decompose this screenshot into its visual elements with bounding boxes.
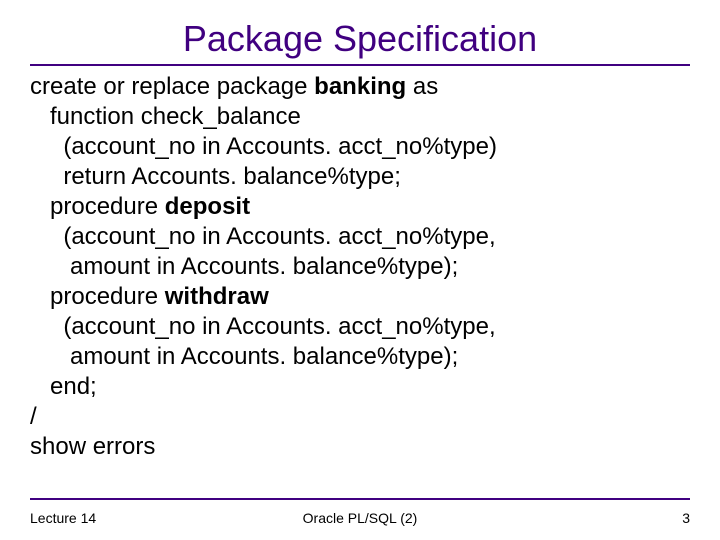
footer-right: 3 <box>682 510 690 526</box>
code-line: amount in Accounts. balance%type); <box>30 342 690 372</box>
code-line: function check_balance <box>30 102 690 132</box>
code-text: as <box>406 73 438 100</box>
slide-title: Package Specification <box>30 18 690 60</box>
code-text: procedure <box>30 193 165 220</box>
code-bold: withdraw <box>165 283 269 310</box>
code-line: return Accounts. balance%type; <box>30 162 690 192</box>
code-line: create or replace package banking as <box>30 72 690 102</box>
title-underline <box>30 64 690 66</box>
footer-divider <box>30 498 690 500</box>
code-text: procedure <box>30 283 165 310</box>
code-bold: deposit <box>165 193 250 220</box>
code-line: amount in Accounts. balance%type); <box>30 252 690 282</box>
code-bold: banking <box>314 73 406 100</box>
code-text: create or replace package <box>30 73 314 100</box>
footer-left: Lecture 14 <box>30 510 96 526</box>
code-line: end; <box>30 372 690 402</box>
footer: Lecture 14 Oracle PL/SQL (2) 3 <box>30 510 690 526</box>
footer-center: Oracle PL/SQL (2) <box>30 510 690 526</box>
code-line: / <box>30 402 690 432</box>
code-line: procedure withdraw <box>30 282 690 312</box>
code-block: create or replace package banking as fun… <box>30 72 690 462</box>
code-line: procedure deposit <box>30 192 690 222</box>
code-line: show errors <box>30 432 690 462</box>
code-line: (account_no in Accounts. acct_no%type) <box>30 132 690 162</box>
code-line: (account_no in Accounts. acct_no%type, <box>30 222 690 252</box>
code-line: (account_no in Accounts. acct_no%type, <box>30 312 690 342</box>
